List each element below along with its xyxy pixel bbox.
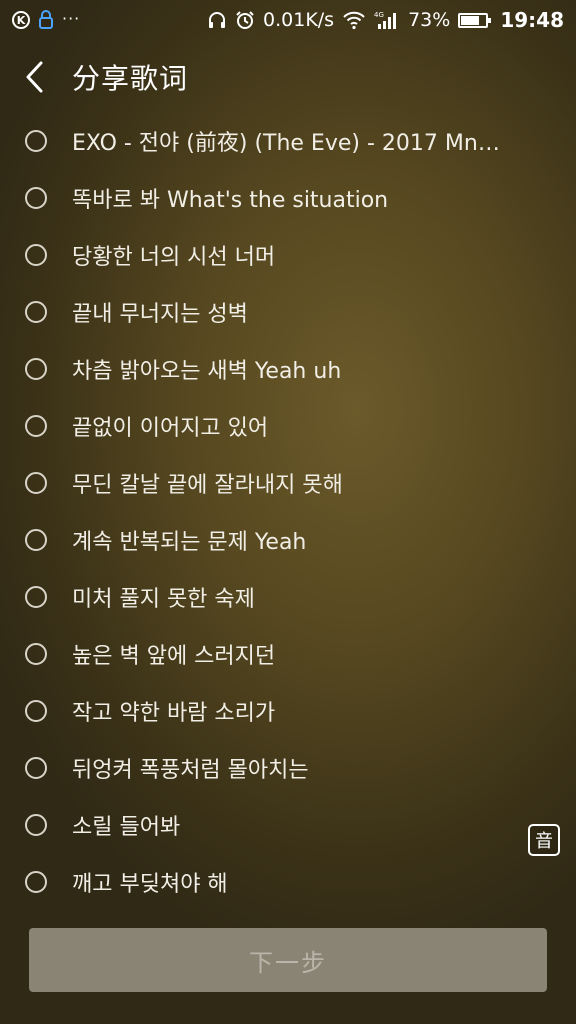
lyric-row[interactable]: 끝내 무너지는 성벽 <box>0 283 576 340</box>
lyric-text: 끝없이 이어지고 있어 <box>72 415 269 441</box>
lyric-row[interactable]: 소릴 들어봐 <box>0 796 576 853</box>
lyric-text: 작고 약한 바람 소리가 <box>72 700 276 726</box>
lyric-radio-button[interactable] <box>25 357 47 380</box>
lyric-row[interactable]: 당황한 너의 시선 너머 <box>0 226 576 283</box>
signal-icon: 4G <box>374 11 397 29</box>
lyric-radio-button[interactable] <box>25 528 47 551</box>
lyric-row[interactable]: 작고 약한 바람 소리가 <box>0 682 576 739</box>
chevron-left-icon <box>26 61 43 93</box>
lyric-radio-button[interactable] <box>25 129 47 152</box>
lyric-row[interactable]: 계속 반복되는 문제 Yeah <box>0 511 576 568</box>
lyric-text: 깨고 부딪쳐야 해 <box>72 871 228 897</box>
lyric-row[interactable]: 차츰 밝아오는 새벽 Yeah uh <box>0 340 576 397</box>
page-title: 分享歌词 <box>72 62 189 95</box>
lyric-row[interactable]: EXO - 전야 (前夜) (The Eve) - 2017 Mnet… <box>0 112 576 169</box>
status-left: K ··· <box>12 8 81 30</box>
svg-text:4G: 4G <box>374 11 384 19</box>
wifi-icon <box>343 11 365 30</box>
lyric-radio-button[interactable] <box>25 585 47 608</box>
lyric-radio-button[interactable] <box>25 414 47 437</box>
lyric-list: EXO - 전야 (前夜) (The Eve) - 2017 Mnet… 똑바로 … <box>0 112 576 910</box>
lyric-row[interactable]: 뒤엉켜 폭풍처럼 몰아치는 <box>0 739 576 796</box>
header-bar: 分享歌词 <box>0 48 576 106</box>
clock: 19:48 <box>500 8 564 32</box>
alarm-icon <box>236 11 254 29</box>
lyric-text: 당황한 너의 시선 너머 <box>72 244 276 270</box>
lyric-text: 소릴 들어봐 <box>72 814 181 840</box>
lyric-text: 미처 풀지 못한 숙제 <box>72 586 255 612</box>
lyric-text: 높은 벽 앞에 스러지던 <box>72 643 276 669</box>
lyric-radio-button[interactable] <box>25 642 47 665</box>
lyric-row[interactable]: 높은 벽 앞에 스러지던 <box>0 625 576 682</box>
lyric-radio-button[interactable] <box>25 471 47 494</box>
more-notifications-icon: ··· <box>62 8 81 28</box>
k-circle-icon: K <box>12 11 30 29</box>
status-bar: K ··· 0.01K/s 4G 73% 19:48 <box>0 0 576 40</box>
lyric-radio-button[interactable] <box>25 699 47 722</box>
battery-percent: 73% <box>408 9 451 31</box>
lock-icon <box>39 10 53 29</box>
lyric-radio-button[interactable] <box>25 813 47 836</box>
status-right: 0.01K/s 4G 73% 19:48 <box>207 8 564 32</box>
lyric-radio-button[interactable] <box>25 186 47 209</box>
lyric-text: 무딘 칼날 끝에 잘라내지 못해 <box>72 472 343 498</box>
lyric-radio-button[interactable] <box>25 243 47 266</box>
network-speed: 0.01K/s <box>263 9 335 31</box>
lyric-radio-button[interactable] <box>25 756 47 779</box>
lyric-text: 끝내 무너지는 성벽 <box>72 301 248 327</box>
lyric-row[interactable]: 미처 풀지 못한 숙제 <box>0 568 576 625</box>
lyric-text: 뒤엉켜 폭풍처럼 몰아치는 <box>72 757 309 783</box>
lyric-radio-button[interactable] <box>25 300 47 323</box>
lyric-text: 똑바로 봐 What's the situation <box>72 187 389 213</box>
lyric-row[interactable]: 깨고 부딪쳐야 해 <box>0 853 576 910</box>
next-step-button[interactable]: 下一步 <box>29 928 547 992</box>
lyric-text: 계속 반복되는 문제 Yeah <box>72 529 307 555</box>
lyric-row[interactable]: 똑바로 봐 What's the situation <box>0 169 576 226</box>
lyric-text: 차츰 밝아오는 새벽 Yeah uh <box>72 358 342 384</box>
battery-fill <box>461 15 480 25</box>
sound-badge-button[interactable]: 音 <box>528 824 560 856</box>
headphones-icon <box>209 12 226 28</box>
lyric-row[interactable]: 무딘 칼날 끝에 잘라내지 못해 <box>0 454 576 511</box>
back-button[interactable] <box>4 48 64 106</box>
lyric-row[interactable]: 끝없이 이어지고 있어 <box>0 397 576 454</box>
lyric-radio-button[interactable] <box>25 870 47 893</box>
battery-icon <box>458 12 492 28</box>
lyric-text: EXO - 전야 (前夜) (The Eve) - 2017 Mnet… <box>72 130 508 156</box>
